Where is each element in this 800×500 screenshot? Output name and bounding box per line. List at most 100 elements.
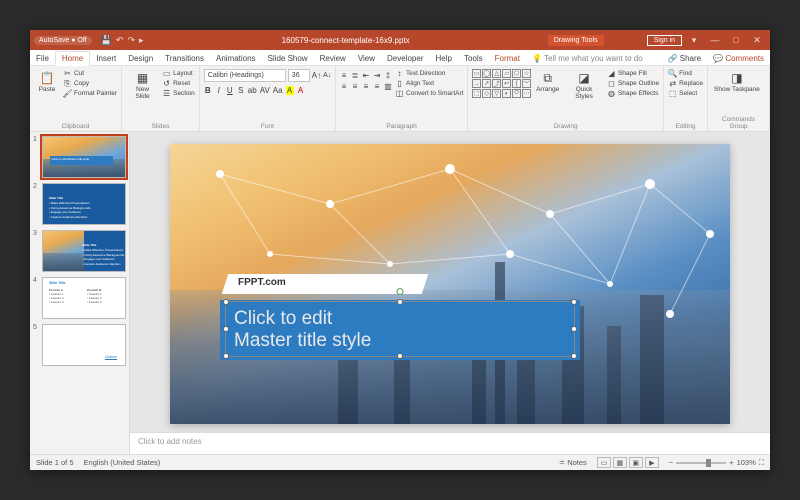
arrange-button[interactable]: ⧉Arrange [534, 69, 561, 95]
align-center-button[interactable]: ≡ [351, 82, 359, 91]
redo-icon[interactable]: ↷ [127, 35, 135, 46]
shape-effects-button[interactable]: ◍Shape Effects [607, 89, 659, 98]
tab-insert[interactable]: Insert [90, 52, 122, 65]
resize-handle-nw[interactable] [223, 299, 229, 305]
minimize-icon[interactable]: — [706, 35, 724, 45]
resize-handle-se[interactable] [571, 353, 577, 359]
start-show-icon[interactable]: ▸ [139, 35, 144, 46]
shadow-button[interactable]: ab [248, 86, 257, 95]
zoom-slider[interactable] [676, 462, 726, 464]
tab-file[interactable]: File [30, 52, 55, 65]
resize-handle-ne[interactable] [571, 299, 577, 305]
align-text-button[interactable]: ▯Align Text [395, 79, 463, 88]
case-button[interactable]: Aa [273, 86, 283, 95]
sorter-view-button[interactable]: ▦ [613, 457, 627, 468]
justify-button[interactable]: ≡ [373, 82, 381, 91]
text-direction-button[interactable]: ↕Text Direction [395, 69, 463, 78]
fit-window-button[interactable]: ⛶ [759, 458, 764, 468]
normal-view-button[interactable]: ▭ [597, 457, 611, 468]
zoom-out-button[interactable]: − [669, 458, 673, 467]
comments-button[interactable]: 💬 Comments [707, 52, 770, 65]
font-family-select[interactable]: Calibri (Headings) [204, 69, 286, 82]
underline-button[interactable]: U [226, 86, 234, 95]
section-button[interactable]: ☰Section [162, 89, 195, 98]
spacing-button[interactable]: AV [260, 86, 270, 95]
format-painter-button[interactable]: 🖌Format Painter [63, 89, 117, 98]
notes-toggle[interactable]: ≐ Notes [559, 458, 587, 467]
cut-button[interactable]: ✂Cut [63, 69, 117, 78]
select-button[interactable]: ⬚Select [668, 89, 703, 98]
zoom-level[interactable]: 103% [737, 458, 756, 467]
smartart-button[interactable]: ◫Convert to SmartArt [395, 89, 463, 98]
resize-handle-e[interactable] [571, 326, 577, 332]
resize-handle-sw[interactable] [223, 353, 229, 359]
quick-styles-button[interactable]: ◪Quick Styles [564, 69, 604, 101]
slideshow-view-button[interactable]: ▶ [645, 457, 659, 468]
align-left-button[interactable]: ≡ [340, 82, 348, 91]
tab-design[interactable]: Design [122, 52, 159, 65]
copy-button[interactable]: ⎘Copy [63, 79, 117, 88]
layout-button[interactable]: ▭Layout [162, 69, 195, 78]
save-icon[interactable]: 💾 [101, 35, 112, 46]
resize-handle-n[interactable] [397, 299, 403, 305]
zoom-in-button[interactable]: + [729, 458, 733, 467]
shrink-font-icon[interactable]: A↓ [323, 72, 331, 79]
bold-button[interactable]: B [204, 86, 212, 95]
paste-button[interactable]: 📋Paste [34, 69, 60, 95]
bullets-button[interactable]: ≡ [340, 71, 348, 80]
thumbnail-3[interactable]: Slide Title• Make Effective Presentation… [42, 230, 126, 272]
reading-view-button[interactable]: ▣ [629, 457, 643, 468]
font-size-select[interactable]: 36 [288, 69, 310, 82]
undo-icon[interactable]: ↶ [116, 35, 124, 46]
close-icon[interactable]: ✕ [748, 35, 766, 46]
rotate-handle[interactable] [397, 288, 404, 295]
tab-view[interactable]: View [352, 52, 381, 65]
line-spacing-button[interactable]: ‡ [384, 71, 392, 80]
slide-canvas-wrap[interactable]: FPPT.com Click to editMaster title style [130, 132, 770, 432]
numbering-button[interactable]: ≣ [351, 71, 359, 80]
indent-inc-button[interactable]: ⇥ [373, 71, 381, 80]
tab-animations[interactable]: Animations [210, 52, 262, 65]
shape-outline-button[interactable]: ◻Shape Outline [607, 79, 659, 88]
shape-fill-button[interactable]: ◢Shape Fill [607, 69, 659, 78]
show-taskpane-button[interactable]: ◨Show Taskpane [712, 69, 762, 95]
maximize-icon[interactable]: □ [727, 35, 745, 45]
share-button[interactable]: 🔗 Share [662, 52, 708, 65]
tab-review[interactable]: Review [314, 52, 352, 65]
columns-button[interactable]: ▥ [384, 82, 392, 91]
shapes-gallery[interactable]: ▭◯△▱⬡☆ →↗⤴↩{﹀ ⬚◇▽◐⬭⋯ [472, 69, 531, 98]
replace-button[interactable]: ⇄Replace [668, 79, 703, 88]
tab-home[interactable]: Home [55, 51, 90, 66]
ribbon-options-icon[interactable]: ▾ [685, 35, 703, 46]
italic-button[interactable]: I [215, 86, 223, 95]
thumbnail-2[interactable]: Slide Title• Make Effective Presentation… [42, 183, 126, 225]
tab-slideshow[interactable]: Slide Show [262, 52, 314, 65]
font-color-button[interactable]: A [297, 86, 305, 95]
language-status[interactable]: English (United States) [84, 458, 161, 467]
thumbnail-4[interactable]: Slide TitleProduct A• Feature 1• Feature… [42, 277, 126, 319]
new-slide-button[interactable]: ▦New Slide [126, 69, 159, 101]
selection-border[interactable] [225, 301, 575, 357]
tab-developer[interactable]: Developer [381, 52, 429, 65]
highlight-button[interactable]: A [286, 86, 294, 95]
tab-format[interactable]: Format [489, 52, 526, 65]
tab-help[interactable]: Help [430, 52, 458, 65]
slide-counter[interactable]: Slide 1 of 5 [36, 458, 74, 467]
thumbnail-5[interactable]: Options [42, 324, 126, 366]
grow-font-icon[interactable]: A↑ [312, 71, 321, 80]
find-button[interactable]: 🔍Find [668, 69, 703, 78]
tell-me-search[interactable]: 💡 Tell me what you want to do [526, 52, 662, 65]
tab-tools[interactable]: Tools [458, 52, 489, 65]
resize-handle-w[interactable] [223, 326, 229, 332]
notes-pane[interactable]: Click to add notes [130, 432, 770, 454]
thumbnail-1[interactable]: Click to edit Master title style [42, 136, 126, 178]
autosave-toggle[interactable]: AutoSave ● Off [34, 36, 92, 45]
signin-button[interactable]: Sign in [647, 35, 682, 46]
tab-transitions[interactable]: Transitions [159, 52, 210, 65]
align-right-button[interactable]: ≡ [362, 82, 370, 91]
slide-canvas[interactable]: FPPT.com Click to editMaster title style [170, 144, 730, 424]
indent-dec-button[interactable]: ⇤ [362, 71, 370, 80]
resize-handle-s[interactable] [397, 353, 403, 359]
reset-button[interactable]: ↺Reset [162, 79, 195, 88]
strike-button[interactable]: S [237, 86, 245, 95]
